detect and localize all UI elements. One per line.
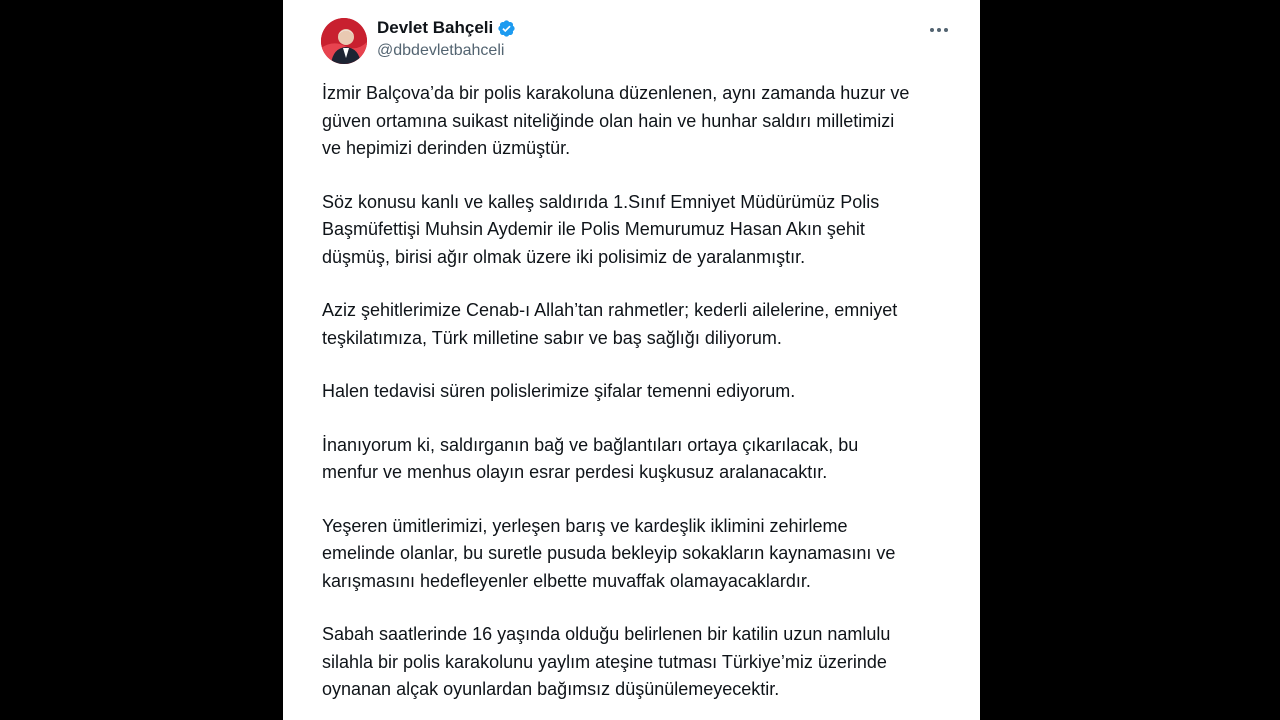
more-horizontal-icon[interactable] — [925, 18, 953, 42]
author-info: Devlet Bahçeli @dbdevletbahceli — [377, 16, 516, 60]
verified-badge-icon — [497, 19, 516, 38]
tweet-paragraph: Halen tedavisi süren polislerimize şifal… — [322, 381, 796, 401]
tweet-header: Devlet Bahçeli @dbdevletbahceli — [321, 16, 961, 66]
black-backdrop: Devlet Bahçeli @dbdevletbahceli İzmir Ba… — [0, 0, 1280, 720]
avatar[interactable] — [321, 18, 367, 64]
tweet-card: Devlet Bahçeli @dbdevletbahceli İzmir Ba… — [283, 0, 980, 720]
tweet-paragraph: Aziz şehitlerimize Cenab-ı Allah’tan rah… — [322, 300, 898, 348]
tweet-text: İzmir Balçova’da bir polis karakoluna dü… — [322, 80, 967, 720]
tweet-paragraph: İzmir Balçova’da bir polis karakoluna dü… — [322, 83, 910, 158]
tweet-paragraph: Söz konusu kanlı ve kalleş saldırıda 1.S… — [322, 191, 880, 267]
tweet-paragraph: Sabah saatlerinde 16 yaşında olduğu beli… — [322, 624, 891, 699]
tweet-paragraph: Yeşeren ümitlerimizi, yerleşen barış ve … — [322, 515, 896, 591]
author-display-name[interactable]: Devlet Bahçeli — [377, 18, 493, 38]
avatar-image — [321, 18, 367, 64]
tweet-paragraph: İnanıyorum ki, saldırganın bağ ve bağlan… — [322, 434, 859, 483]
author-handle[interactable]: @dbdevletbahceli — [377, 42, 516, 60]
